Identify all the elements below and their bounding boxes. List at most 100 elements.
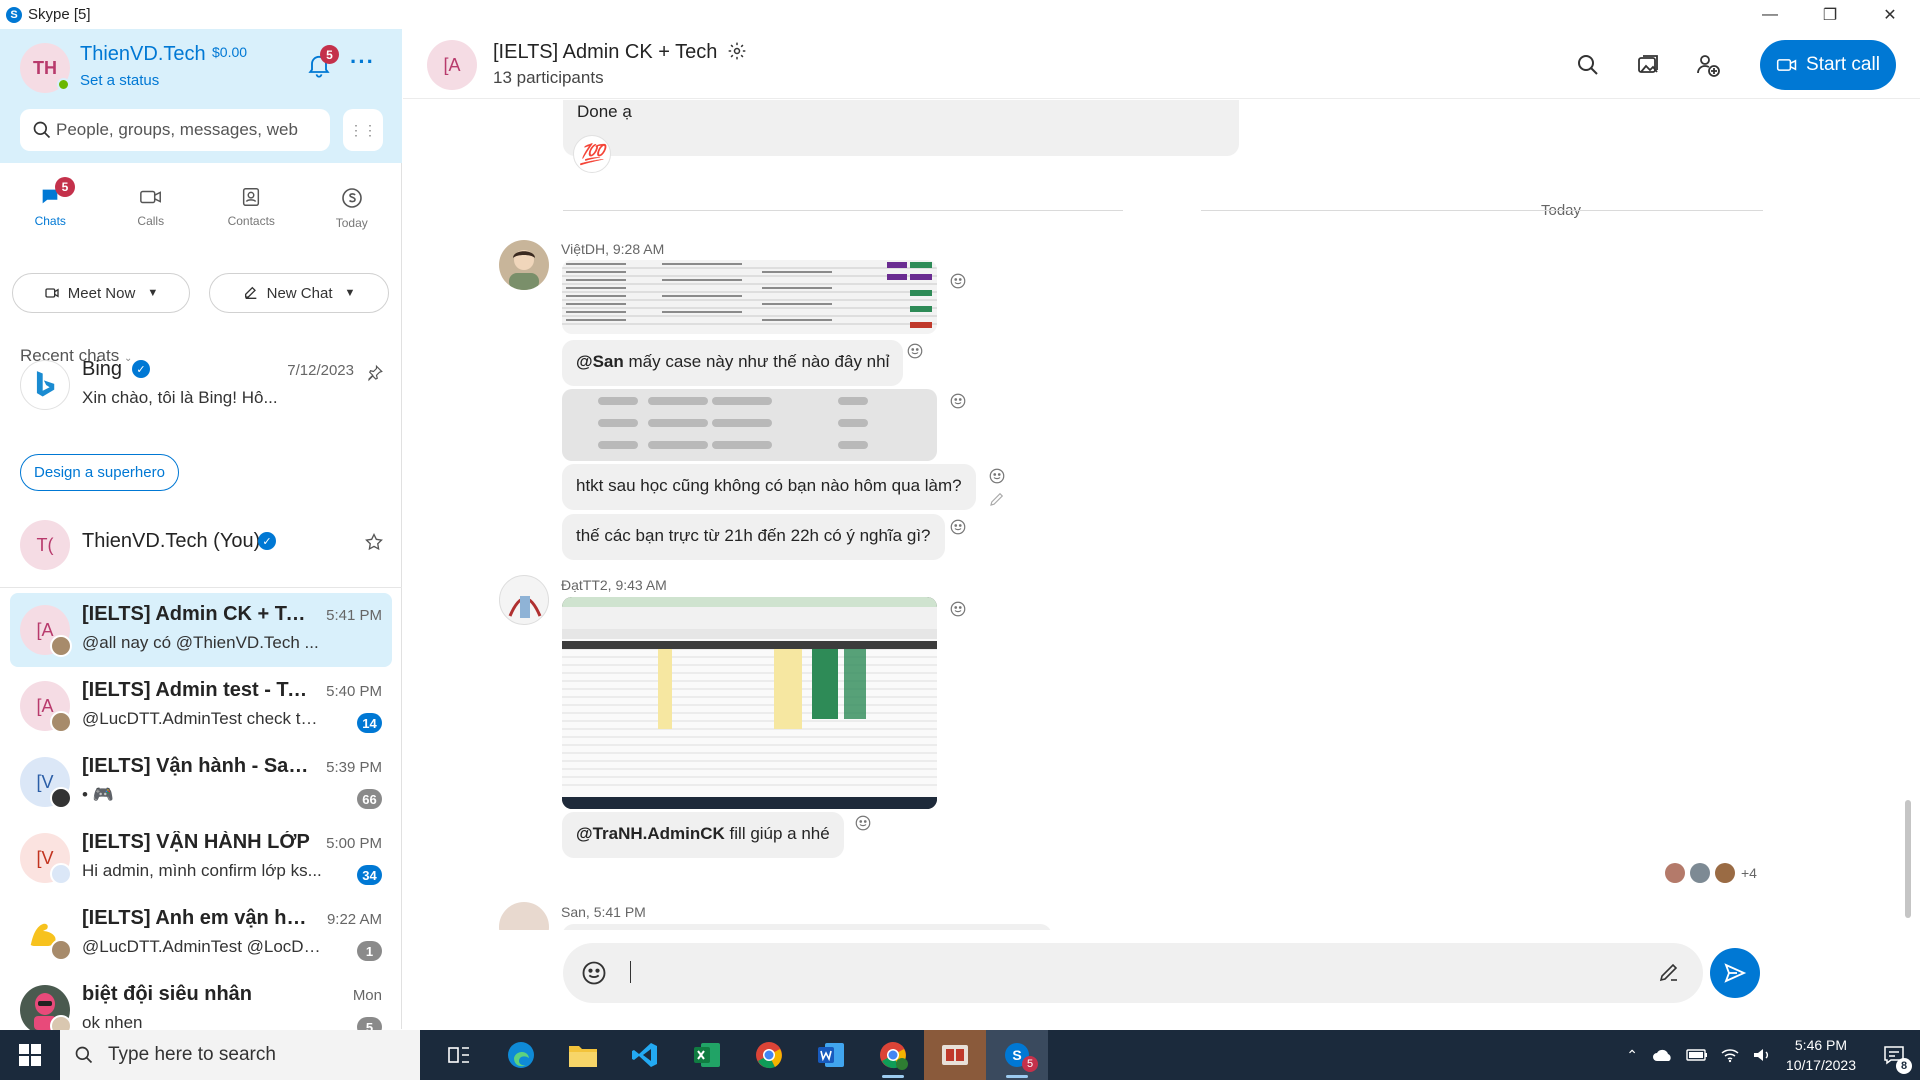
pen-icon[interactable] (1657, 960, 1681, 984)
close-button[interactable]: ✕ (1860, 0, 1920, 29)
unread-count-badge: 1 (357, 941, 382, 961)
skype-taskbar-icon[interactable]: S 5 (986, 1030, 1048, 1080)
sender-avatar[interactable] (499, 575, 549, 625)
gallery-icon[interactable] (1631, 48, 1665, 82)
restore-button[interactable]: ❐ (1800, 0, 1860, 29)
design-superhero-button[interactable]: Design a superhero (20, 454, 179, 491)
chrome-profile-icon[interactable] (862, 1030, 924, 1080)
image-attachment[interactable] (562, 260, 937, 334)
chat-title: [IELTS] VẬN HÀNH LỚP (82, 831, 310, 853)
chevron-up-icon[interactable]: ⌃ (1626, 1047, 1638, 1064)
message-list[interactable]: Done ạ 💯 Today ViệtDH, 9:28 AM @San mấy … (403, 100, 1920, 930)
chat-item-ielts-admin-test[interactable]: [A [IELTS] Admin test - Te... @LucDTT.Ad… (10, 669, 392, 743)
avatar-initials: [A (36, 695, 54, 716)
edit-pencil-icon[interactable] (988, 490, 1006, 508)
message-bubble[interactable]: thế các bạn trực từ 21h đến 22h có ý ngh… (562, 514, 945, 560)
add-reaction-icon[interactable] (949, 272, 967, 290)
more-options-icon[interactable]: ··· (350, 49, 375, 75)
pin-icon[interactable] (366, 364, 384, 382)
message-bubble[interactable]: @San mấy case này như thế nào đây nhỉ (562, 340, 904, 386)
image-attachment[interactable] (562, 389, 937, 461)
add-reaction-icon[interactable] (906, 342, 924, 360)
chrome-icon[interactable] (738, 1030, 800, 1080)
conversation-title[interactable]: [IELTS] Admin CK + Tech (493, 41, 747, 64)
edge-icon[interactable] (490, 1030, 552, 1080)
tab-contacts[interactable]: Contacts (201, 174, 302, 254)
meet-now-button[interactable]: Meet Now ▼ (12, 273, 190, 313)
participant-count[interactable]: 13 participants (493, 68, 604, 88)
wifi-icon[interactable] (1720, 1047, 1740, 1063)
emoji-icon[interactable] (580, 959, 608, 987)
chat-item-ielts-van-hanh-sales[interactable]: [V [IELTS] Vận hành - Sales • 🎮 5:39 PM … (10, 745, 392, 819)
file-explorer-icon[interactable] (552, 1030, 614, 1080)
onedrive-icon[interactable] (1652, 1048, 1674, 1062)
reaction-badge[interactable]: 💯 (573, 135, 611, 173)
scrollbar[interactable] (1905, 800, 1911, 918)
vscode-icon[interactable] (614, 1030, 676, 1080)
clock[interactable]: 5:46 PM 10/17/2023 (1786, 1035, 1856, 1075)
add-reaction-icon[interactable] (949, 518, 967, 536)
add-reaction-icon[interactable] (854, 814, 872, 832)
taskbar-search[interactable]: Type here to search (60, 1030, 420, 1080)
chat-item-self[interactable]: T( ThienVD.Tech (You) ✓ (10, 508, 392, 582)
chat-title: [IELTS] Admin CK + Tech (82, 603, 312, 625)
chat-item-ielts-van-hanh-lop[interactable]: [V [IELTS] VẬN HÀNH LỚP Hi admin, mình c… (10, 821, 392, 895)
video-icon (139, 190, 161, 204)
mention[interactable]: @TraNH.AdminCK (576, 824, 725, 843)
windows-start-button[interactable] (0, 1030, 60, 1080)
tab-chats-label: Chats (34, 214, 66, 228)
notifications-icon[interactable]: 8 (1874, 1030, 1914, 1080)
minimize-button[interactable]: — (1740, 0, 1800, 29)
volume-icon[interactable] (1752, 1047, 1772, 1063)
add-reaction-icon[interactable] (949, 600, 967, 618)
message-input[interactable] (563, 943, 1703, 1003)
send-button[interactable] (1710, 948, 1760, 998)
message-bubble[interactable]: htkt sau học cũng không có bạn nào hôm q… (562, 464, 976, 510)
chat-item-ielts-admin-ck-tech[interactable]: [A [IELTS] Admin CK + Tech @all nay có @… (10, 593, 392, 667)
chat-avatar (20, 985, 72, 1037)
sender-avatar[interactable] (499, 240, 549, 290)
add-reaction-icon[interactable] (988, 467, 1006, 485)
chat-avatar (20, 909, 72, 961)
new-chat-button[interactable]: New Chat ▼ (209, 273, 389, 313)
word-icon[interactable] (800, 1030, 862, 1080)
notification-count: 8 (1896, 1058, 1912, 1074)
read-receipts[interactable]: +4 (1665, 863, 1757, 883)
message-text: thế các bạn trực từ 21h đến 22h có ý ngh… (576, 526, 931, 545)
image-attachment[interactable] (562, 597, 937, 809)
chat-title: [IELTS] Vận hành - Sales (82, 755, 312, 777)
chat-item-ielts-anh-em-van-hanh[interactable]: [IELTS] Anh em vận hà... @LucDTT.AdminTe… (10, 897, 392, 971)
conversation-avatar[interactable]: [A (427, 40, 477, 90)
chat-item-bing[interactable]: Bing ✓ Xin chào, tôi là Bing! Hô... 7/12… (10, 348, 392, 448)
start-call-button[interactable]: Start call (1760, 40, 1896, 90)
search-icon[interactable] (1571, 48, 1605, 82)
profile-name[interactable]: ThienVD.Tech (80, 43, 206, 66)
windows-logo-icon (19, 1044, 41, 1066)
search-input[interactable]: People, groups, messages, web (20, 109, 330, 151)
snipping-tool-icon[interactable] (924, 1030, 986, 1080)
taskbar-search-placeholder: Type here to search (108, 1044, 276, 1065)
message-bubble[interactable]: Done ạ (563, 100, 1239, 156)
message-bubble[interactable]: @TraNH.AdminCK fill giúp a nhé (562, 812, 844, 858)
message-text: fill giúp a nhé (724, 824, 830, 843)
battery-icon[interactable] (1686, 1048, 1708, 1062)
sender-avatar[interactable] (499, 902, 549, 930)
tab-chats[interactable]: Chats 5 (0, 174, 101, 254)
message-text: mấy case này như thế nào đây nhỉ (623, 352, 890, 371)
excel-icon[interactable] (676, 1030, 738, 1080)
set-status-link[interactable]: Set a status (80, 72, 159, 89)
mention[interactable]: @San (576, 352, 624, 371)
camera-icon (45, 288, 59, 298)
gear-icon[interactable] (727, 41, 747, 61)
dialpad-icon[interactable]: ⋮⋮ (343, 109, 383, 151)
add-reaction-icon[interactable] (949, 392, 967, 410)
tab-calls[interactable]: Calls (101, 174, 202, 254)
task-view-icon[interactable] (428, 1030, 490, 1080)
avatar-initials: [V (36, 847, 54, 868)
tab-today[interactable]: Today (302, 174, 403, 254)
add-people-icon[interactable] (1691, 48, 1725, 82)
chat-preview: Xin chào, tôi là Bing! Hô... (82, 388, 278, 407)
reader-avatar (1715, 863, 1735, 883)
profile-balance[interactable]: $0.00 (212, 44, 247, 60)
star-icon[interactable] (364, 532, 384, 552)
